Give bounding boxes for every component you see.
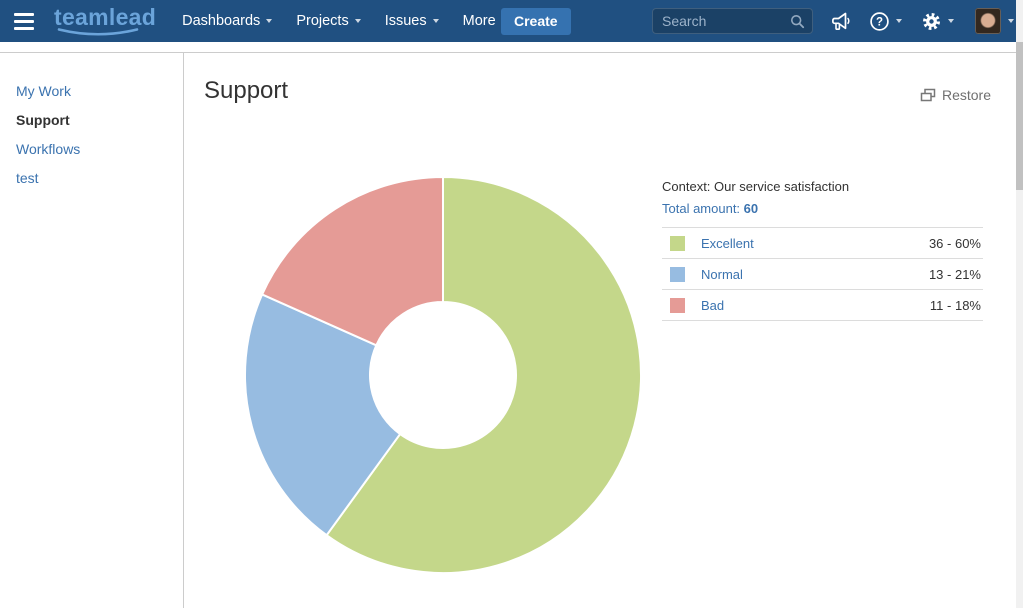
sidebar-list: My Work Support Workflows test — [0, 84, 183, 186]
legend-swatch-bad — [670, 298, 685, 313]
nav-menu: Dashboards Projects Issues More — [182, 13, 508, 29]
announcements-button[interactable] — [830, 11, 852, 32]
sidebar-item-my-work[interactable]: My Work — [16, 84, 183, 99]
settings-menu-button[interactable] — [921, 11, 954, 32]
search-icon[interactable] — [790, 14, 805, 29]
chart-context-label: Context: Our service satisfaction — [662, 179, 983, 194]
nav-item-projects[interactable]: Projects — [296, 13, 360, 29]
search-input[interactable] — [653, 13, 790, 29]
chart-total-label: Total amount: 60 — [662, 201, 983, 216]
logo[interactable]: teamlead — [54, 4, 156, 38]
page-title: Support — [204, 77, 288, 105]
legend-swatch-normal — [670, 267, 685, 282]
user-menu-button[interactable] — [975, 8, 1014, 34]
sidebar-item-workflows[interactable]: Workflows — [16, 142, 183, 157]
nav-item-label: More — [463, 13, 496, 29]
chevron-down-icon — [433, 19, 439, 23]
chart-legend: Context: Our service satisfaction Total … — [662, 179, 983, 321]
chevron-down-icon — [355, 19, 361, 23]
chevron-down-icon — [266, 19, 272, 23]
legend-value: 36 - 60% — [929, 236, 983, 251]
search-box — [652, 8, 813, 34]
top-navbar: teamlead Dashboards Projects Issues More Cr… — [0, 0, 1016, 42]
legend-swatch-excellent — [670, 236, 685, 251]
legend-table: Excellent 36 - 60% Normal 13 - 21% Bad 11 - 1… — [662, 227, 983, 321]
megaphone-icon — [830, 11, 852, 32]
nav-item-issues[interactable]: Issues — [385, 13, 439, 29]
help-icon: ? — [869, 11, 890, 32]
donut-chart-wrap — [243, 175, 643, 575]
legend-row-excellent: Excellent 36 - 60% — [662, 228, 983, 259]
svg-text:?: ? — [876, 16, 883, 28]
chevron-down-icon — [896, 19, 902, 23]
navbar-icons: ? — [830, 0, 1014, 42]
legend-label[interactable]: Normal — [701, 267, 743, 282]
sidebar: My Work Support Workflows test — [0, 53, 184, 608]
sidebar-item-test[interactable]: test — [16, 171, 183, 186]
legend-label[interactable]: Bad — [701, 298, 724, 313]
logo-swoosh-icon — [56, 28, 140, 38]
donut-chart — [243, 175, 643, 575]
avatar — [975, 8, 1001, 34]
chevron-down-icon — [948, 19, 954, 23]
sidebar-item-support[interactable]: Support — [16, 113, 183, 128]
total-amount-label: Total amount: — [662, 201, 740, 216]
restore-label: Restore — [942, 87, 991, 103]
vertical-scrollbar — [1016, 0, 1023, 608]
restore-icon — [920, 88, 936, 102]
gear-icon — [921, 11, 942, 32]
legend-value: 13 - 21% — [929, 267, 983, 282]
help-menu-button[interactable]: ? — [869, 11, 902, 32]
chevron-down-icon — [1008, 19, 1014, 23]
legend-row-normal: Normal 13 - 21% — [662, 259, 983, 290]
total-amount-value: 60 — [744, 201, 758, 216]
nav-item-label: Projects — [296, 13, 348, 29]
legend-label[interactable]: Excellent — [701, 236, 754, 251]
create-button[interactable]: Create — [501, 8, 571, 35]
legend-row-bad: Bad 11 - 18% — [662, 290, 983, 321]
nav-item-label: Dashboards — [182, 13, 260, 29]
logo-text: teamlead — [54, 4, 156, 30]
nav-item-dashboards[interactable]: Dashboards — [182, 13, 272, 29]
scrollbar-thumb[interactable] — [1016, 42, 1023, 190]
nav-item-label: Issues — [385, 13, 427, 29]
menu-icon[interactable] — [14, 13, 34, 30]
restore-button[interactable]: Restore — [914, 86, 997, 104]
legend-value: 11 - 18% — [930, 298, 983, 313]
